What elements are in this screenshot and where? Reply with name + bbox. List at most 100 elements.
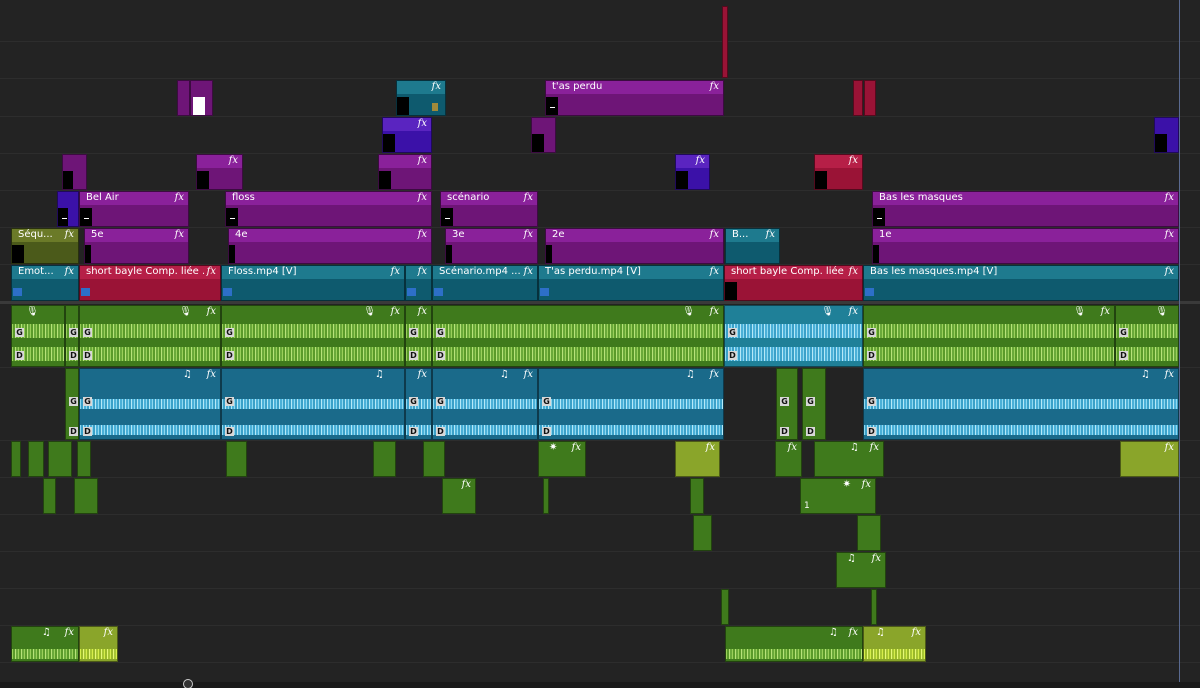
audio-clip[interactable]: ✷ fx 1	[800, 478, 876, 514]
fx-badge[interactable]: fx	[175, 229, 184, 241]
video-clip[interactable]: B... fx	[725, 228, 780, 264]
fx-badge[interactable]: fx	[462, 479, 471, 491]
video-clip[interactable]	[62, 154, 87, 190]
fx-badge[interactable]: fx	[1101, 306, 1110, 318]
fx-badge[interactable]: fx	[418, 229, 427, 241]
audio-clip[interactable]: ♫ fx G D	[538, 368, 724, 440]
fx-badge[interactable]: fx	[104, 627, 113, 639]
audio-clip[interactable]	[226, 441, 247, 477]
video-clip[interactable]	[864, 80, 876, 116]
fx-badge[interactable]: fx	[710, 81, 719, 93]
audio-clip[interactable]: fx	[1120, 441, 1179, 477]
fx-badge[interactable]: fx	[1165, 266, 1174, 278]
fx-badge[interactable]: fx	[696, 155, 705, 167]
audio-clip[interactable]: fx	[675, 441, 720, 477]
audio-clip[interactable]: ♫ fx	[725, 626, 863, 662]
audio-clip[interactable]: ✷ fx	[538, 441, 586, 477]
audio-clip[interactable]	[11, 441, 21, 477]
audio-clip[interactable]	[693, 515, 712, 551]
audio-clip[interactable]: ♫ fx	[836, 552, 886, 588]
video-clip[interactable]: Scénario.mp4 ... fx	[432, 265, 538, 301]
fx-badge[interactable]: fx	[207, 266, 216, 278]
fx-badge[interactable]: fx	[849, 266, 858, 278]
audio-clip[interactable]	[43, 478, 56, 514]
video-clip[interactable]	[722, 6, 728, 78]
video-clip[interactable]: 4e fx	[228, 228, 432, 264]
video-clip[interactable]: 3e fx	[445, 228, 538, 264]
video-clip[interactable]	[57, 191, 79, 227]
fx-badge[interactable]: fx	[207, 306, 216, 318]
audio-clip[interactable]: 🎙 fx G D	[432, 305, 724, 367]
fx-badge[interactable]: fx	[849, 155, 858, 167]
audio-clip[interactable]	[373, 441, 396, 477]
fx-badge[interactable]: fx	[207, 369, 216, 381]
video-clip[interactable]	[190, 80, 213, 116]
audio-clip[interactable]	[543, 478, 549, 514]
fx-badge[interactable]: fx	[65, 266, 74, 278]
fx-badge[interactable]: fx	[432, 81, 441, 93]
fx-badge[interactable]: fx	[524, 369, 533, 381]
video-clip[interactable]: fx	[396, 80, 446, 116]
video-clip[interactable]: Emot... fx	[11, 265, 79, 301]
video-clip[interactable]: fx	[378, 154, 432, 190]
audio-clip[interactable]	[28, 441, 44, 477]
video-clip[interactable]: fx	[382, 117, 432, 153]
video-clip[interactable]: fx	[675, 154, 710, 190]
audio-clip[interactable]	[721, 589, 729, 625]
fx-badge[interactable]: fx	[1165, 369, 1174, 381]
video-clip[interactable]: T'as perdu.mp4 [V] fx	[538, 265, 724, 301]
fx-badge[interactable]: fx	[418, 369, 427, 381]
audio-clip[interactable]: ♫ fx	[863, 626, 926, 662]
audio-clip[interactable]: ♫ fx	[11, 626, 79, 662]
video-clip[interactable]: 2e fx	[545, 228, 724, 264]
audio-clip[interactable]: fx G D	[405, 368, 432, 440]
audio-clip[interactable]: GD	[65, 368, 79, 440]
video-clip[interactable]	[853, 80, 863, 116]
audio-clip[interactable]: 🎙 fx G D	[79, 305, 221, 367]
fx-badge[interactable]: fx	[175, 192, 184, 204]
fx-badge[interactable]: fx	[1165, 192, 1174, 204]
video-clip[interactable]: Séqu... fx	[11, 228, 79, 264]
audio-clip[interactable]: 🎙 fx G D	[724, 305, 863, 367]
audio-clip[interactable]: ♫ fx G D	[432, 368, 538, 440]
video-clip[interactable]	[531, 117, 556, 153]
video-clip[interactable]	[177, 80, 190, 116]
fx-badge[interactable]: fx	[524, 266, 533, 278]
video-audio-divider[interactable]	[0, 301, 1200, 304]
audio-clip[interactable]	[74, 478, 98, 514]
fx-badge[interactable]: fx	[766, 229, 775, 241]
fx-badge[interactable]: fx	[849, 627, 858, 639]
audio-clip[interactable]: fx	[442, 478, 476, 514]
fx-badge[interactable]: fx	[418, 266, 427, 278]
video-clip[interactable]: Bel Air fx	[79, 191, 189, 227]
audio-clip[interactable]	[423, 441, 445, 477]
timeline[interactable]: fx t'as perdu fx fx fx fx fx fx Bel Air fx…	[0, 0, 1200, 688]
fx-badge[interactable]: fx	[418, 118, 427, 130]
fx-badge[interactable]: fx	[572, 442, 581, 454]
fx-badge[interactable]: fx	[391, 306, 400, 318]
audio-clip[interactable]	[857, 515, 881, 551]
video-clip[interactable]: fx	[814, 154, 863, 190]
fx-badge[interactable]: fx	[65, 229, 74, 241]
audio-clip[interactable]: GD	[65, 305, 79, 367]
fx-badge[interactable]: fx	[870, 442, 879, 454]
fx-badge[interactable]: fx	[710, 369, 719, 381]
fx-badge[interactable]: fx	[788, 442, 797, 454]
audio-clip[interactable]: ♫ fx G D	[79, 368, 221, 440]
video-clip[interactable]: fx	[405, 265, 432, 301]
audio-clip[interactable]: fx G D	[405, 305, 432, 367]
fx-badge[interactable]: fx	[710, 229, 719, 241]
video-clip[interactable]: floss fx	[225, 191, 432, 227]
fx-badge[interactable]: fx	[418, 192, 427, 204]
video-clip[interactable]: Bas les masques fx	[872, 191, 1179, 227]
audio-clip[interactable]: fx	[79, 626, 118, 662]
audio-clip[interactable]: 🎙 fx G D	[863, 305, 1115, 367]
fx-badge[interactable]: fx	[872, 553, 881, 565]
playhead[interactable]	[1179, 0, 1180, 688]
fx-badge[interactable]: fx	[912, 627, 921, 639]
audio-clip[interactable]: GD	[802, 368, 826, 440]
audio-clip[interactable]: ♫ fx	[814, 441, 884, 477]
horizontal-scrollbar[interactable]	[0, 679, 1200, 688]
video-clip[interactable]: scénario fx	[440, 191, 538, 227]
video-clip[interactable]: short bayle Comp. liée ... fx	[724, 265, 863, 301]
